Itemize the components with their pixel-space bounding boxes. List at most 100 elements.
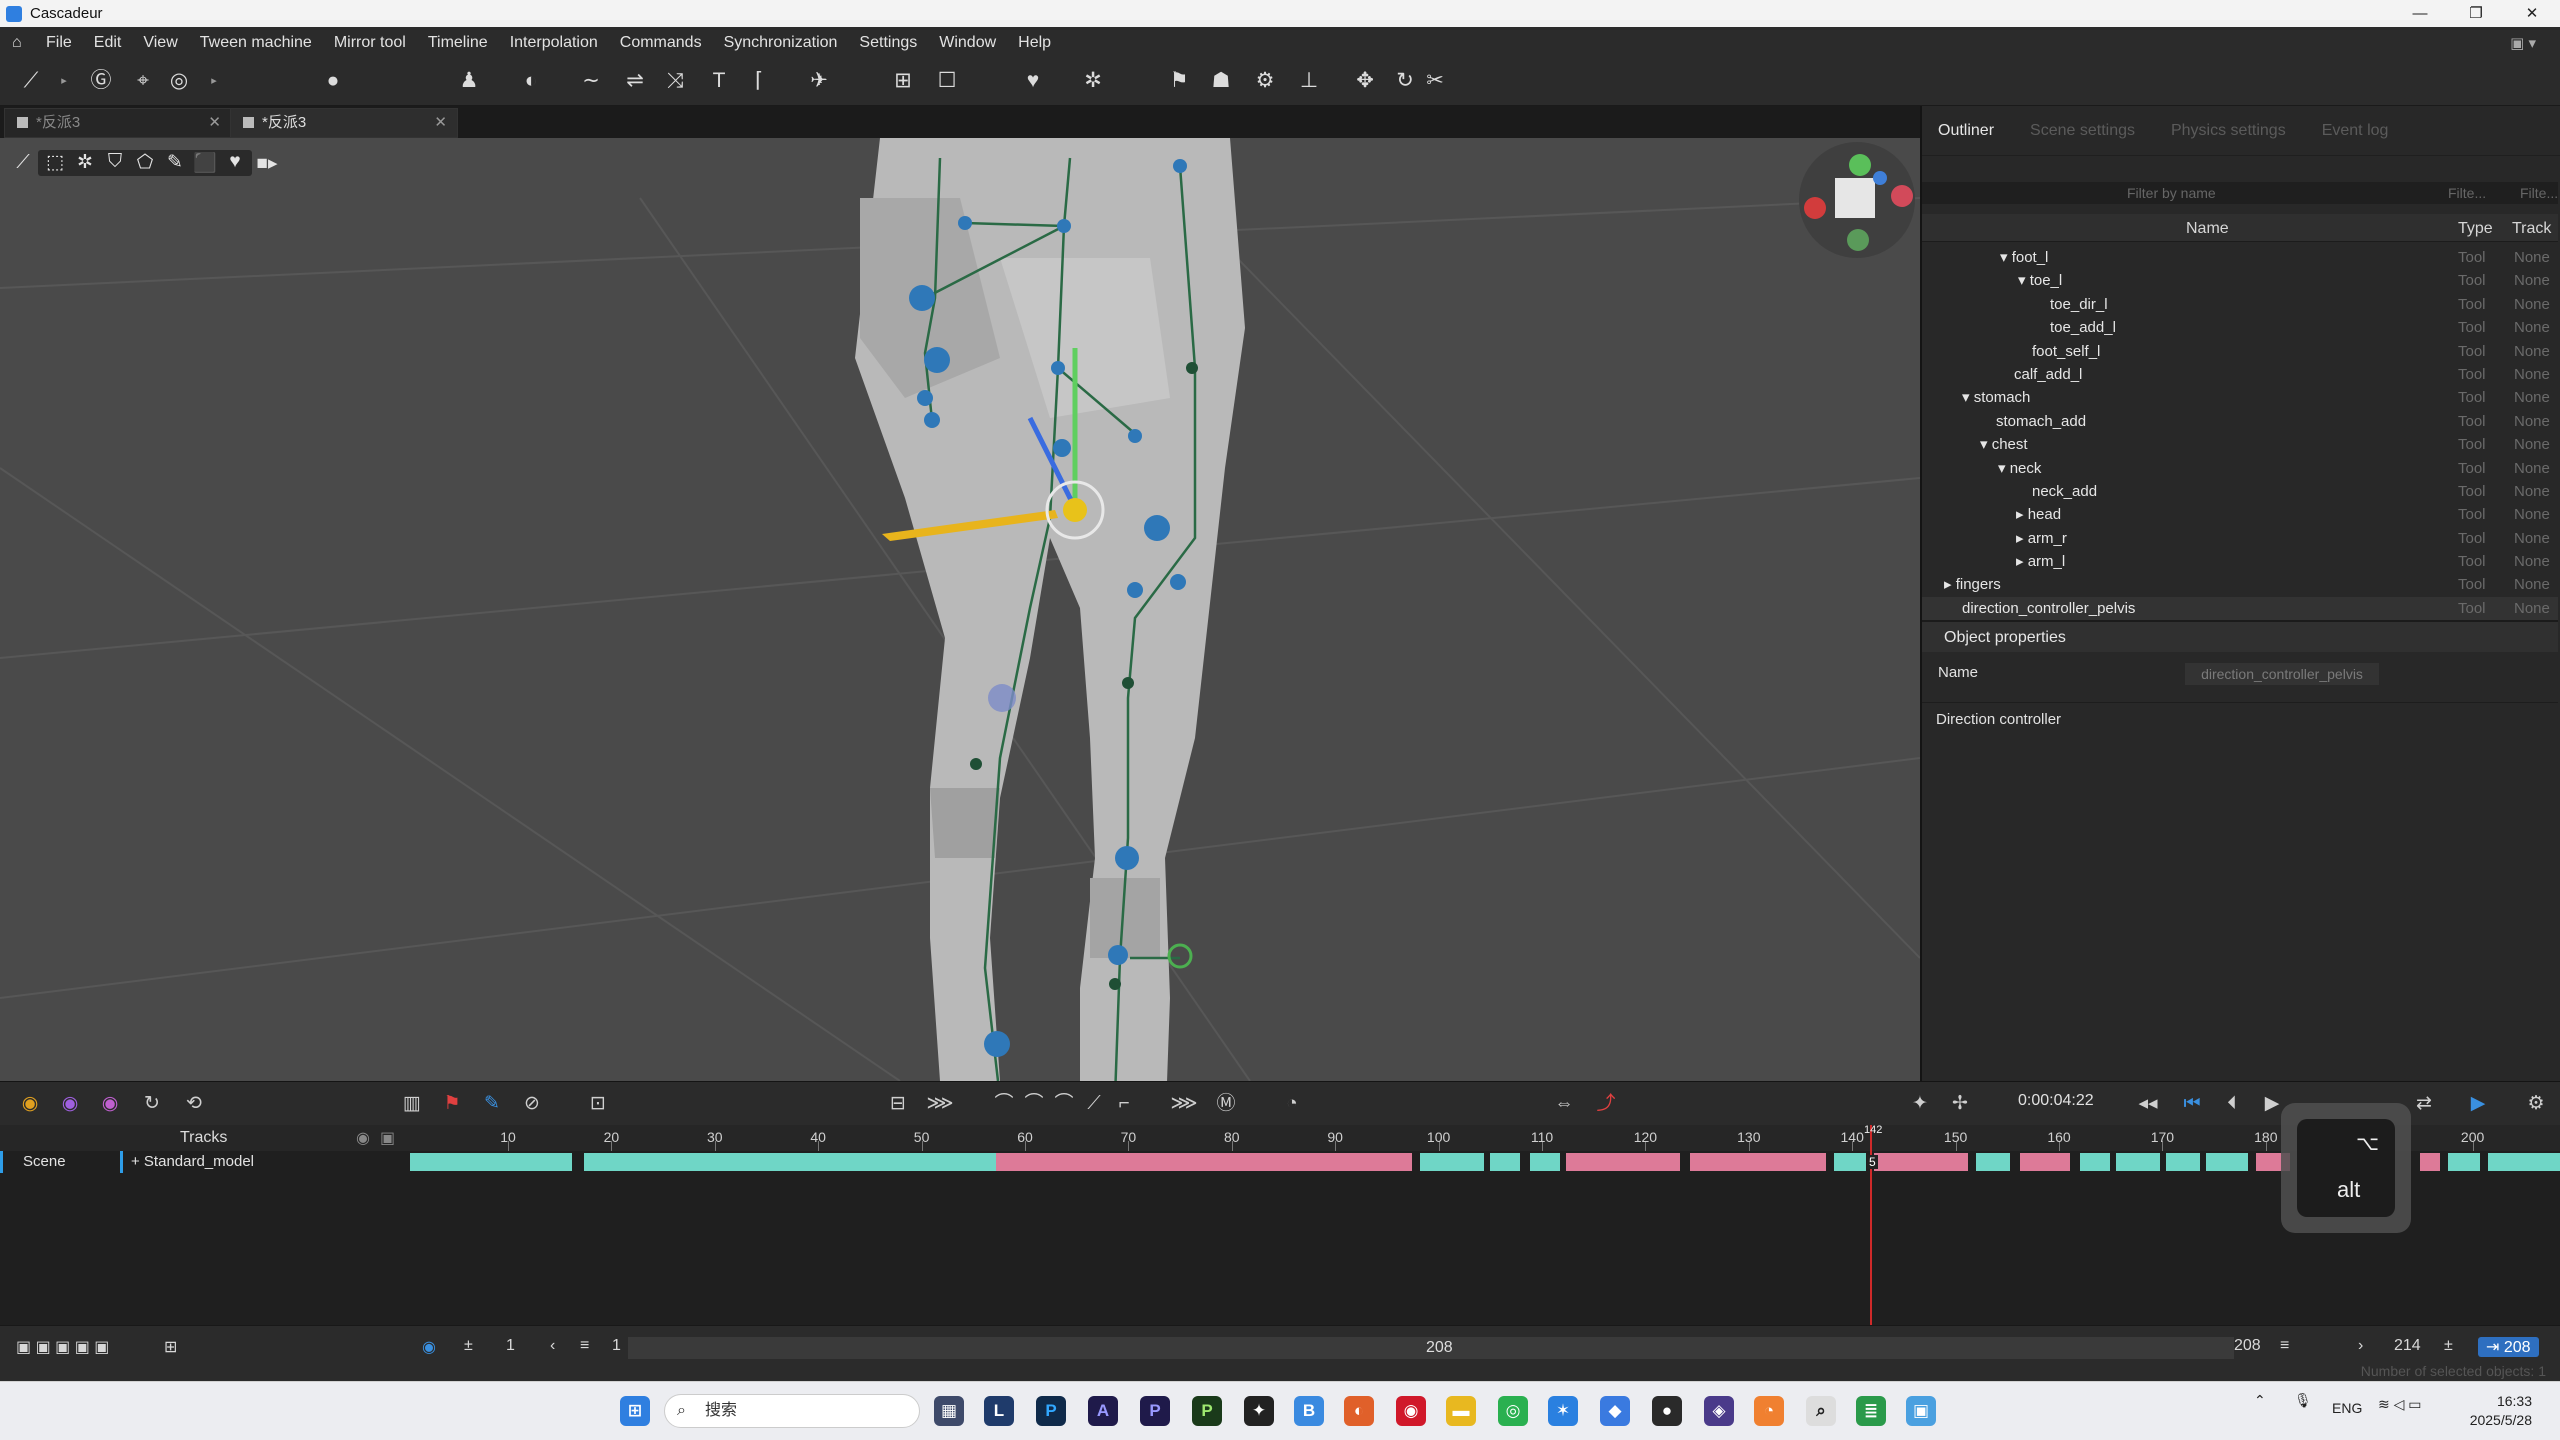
add-track-icon[interactable]: ⊞ <box>164 1337 177 1357</box>
close-icon[interactable]: ✕ <box>208 109 221 137</box>
keyframe-segment[interactable] <box>2116 1153 2160 1171</box>
col-track[interactable]: Track <box>2512 220 2551 238</box>
tab-physics-settings[interactable]: Physics settings <box>2171 122 2286 140</box>
tree-row[interactable]: direction_controller_pelvis Tool None <box>1922 596 2558 621</box>
square-icon[interactable]: ☐ <box>932 66 962 96</box>
menu-tween-machine[interactable]: Tween machine <box>200 34 312 52</box>
filter-type-input[interactable]: Filte... <box>2448 185 2486 201</box>
tree-row[interactable]: ▸ fingers Tool None <box>1922 573 2558 596</box>
input-language[interactable]: ENG <box>2332 1400 2362 1416</box>
graph-icon[interactable]: ⟋ <box>16 66 46 96</box>
folder-icon[interactable]: ▬ <box>1446 1396 1476 1426</box>
total-frames-value[interactable]: 214 <box>2394 1337 2421 1355</box>
firefox-icon[interactable]: ◐ <box>1344 1396 1374 1426</box>
keyframe-segment[interactable] <box>1490 1153 1520 1171</box>
prev-key-icon[interactable]: ⏴ <box>2218 1091 2246 1117</box>
menu-synchronization[interactable]: Synchronization <box>724 34 838 52</box>
menu-edit[interactable]: Edit <box>94 34 122 52</box>
keyframe-segment[interactable] <box>2166 1153 2200 1171</box>
playhead[interactable]: 142 5 <box>1864 1124 1882 1325</box>
curve-a-icon[interactable]: ⌒ <box>990 1091 1018 1117</box>
crosshair-icon[interactable]: ✢ <box>1946 1091 1974 1117</box>
col-type[interactable]: Type <box>2458 220 2493 238</box>
menu-view[interactable]: View <box>143 34 177 52</box>
speed-icon[interactable]: ◔ <box>1278 1091 1306 1117</box>
text-icon[interactable]: T <box>704 66 734 96</box>
wechat-icon[interactable]: ◎ <box>1498 1396 1528 1426</box>
3d-viewport[interactable]: ⟋ ⬚ ✲ ⛉ ⬠ ✎ ⬛ ♥ ■▸ <box>0 138 1920 1081</box>
taskbar-search[interactable]: ⌕ 搜索 <box>664 1394 920 1428</box>
cycle-icon[interactable]: ⟲ <box>180 1091 208 1117</box>
name-field[interactable]: direction_controller_pelvis <box>2185 663 2379 685</box>
loop-icon[interactable]: ⇄ <box>2410 1091 2438 1117</box>
photoshop-icon[interactable]: P <box>1036 1396 1066 1426</box>
curve-c-icon[interactable]: ⌒ <box>1050 1091 1078 1117</box>
keyframe-segment[interactable] <box>1976 1153 2010 1171</box>
doc-tab-1[interactable]: *反派3 ✕ <box>4 108 232 138</box>
physics-icon[interactable]: ✲ <box>1078 66 1108 96</box>
tree-row[interactable]: ▾ neck Tool None <box>1922 457 2558 480</box>
davinci-icon[interactable]: ✦ <box>1244 1396 1274 1426</box>
key-wave-icon[interactable]: ⋙ <box>1170 1091 1198 1117</box>
run-icon[interactable]: ✈ <box>804 66 834 96</box>
sphere-icon[interactable]: ◐ <box>516 66 546 96</box>
rewind-icon[interactable]: ◂◂ <box>2134 1091 2162 1117</box>
lightroom-icon[interactable]: L <box>984 1396 1014 1426</box>
keyframe-segment[interactable] <box>1690 1153 1826 1171</box>
keyframe-segment[interactable] <box>2080 1153 2110 1171</box>
frame-range-icon[interactable]: ⇔ <box>1550 1091 1578 1117</box>
menu-mirror-tool[interactable]: Mirror tool <box>334 34 406 52</box>
cascadeur-icon[interactable]: ▣ <box>1906 1396 1936 1426</box>
align-icon[interactable]: ⊥ <box>1294 66 1324 96</box>
tree-row[interactable]: ▸ arm_r Tool None <box>1922 527 2558 550</box>
prev-arrow-icon[interactable]: ‹ <box>550 1337 555 1355</box>
keyframe-segment[interactable] <box>1530 1153 1560 1171</box>
target-icon[interactable]: ◎ <box>164 66 194 96</box>
flag-icon[interactable]: ⚑ <box>1164 66 1194 96</box>
v-select-icon[interactable]: ♥ <box>220 151 250 175</box>
chrome-icon[interactable]: ● <box>1652 1396 1682 1426</box>
keyframe-dot-icon[interactable]: ● <box>318 66 348 96</box>
keyframe-segment[interactable] <box>1874 1153 1968 1171</box>
frame-range-bar[interactable]: 208 <box>628 1337 2234 1359</box>
pose-icon[interactable]: ☗ <box>1206 66 1236 96</box>
cursor-icon[interactable]: ⌖ <box>128 66 158 96</box>
col-name[interactable]: Name <box>2186 220 2229 238</box>
close-icon[interactable]: ✕ <box>434 109 447 137</box>
pt-icon[interactable]: P <box>1192 1396 1222 1426</box>
curve-b-icon[interactable]: ⌒ <box>1020 1091 1048 1117</box>
person-icon[interactable]: ♟ <box>454 66 484 96</box>
search-app-icon[interactable]: ⌕ <box>1806 1396 1836 1426</box>
fit-icon[interactable]: ⊟ <box>884 1091 912 1117</box>
end-step-icon[interactable]: ± <box>2444 1337 2453 1355</box>
end-badge[interactable]: ⇥ 208 <box>2478 1337 2539 1357</box>
menu-interpolation[interactable]: Interpolation <box>510 34 598 52</box>
keyframe-segment[interactable] <box>1566 1153 1680 1171</box>
star-app-icon[interactable]: ✶ <box>1548 1396 1578 1426</box>
linear-icon[interactable]: ⟋ <box>1080 1091 1108 1117</box>
rotate-icon[interactable]: ↻ <box>1390 66 1420 96</box>
eye-icon[interactable]: ◉ <box>356 1128 370 1148</box>
step-icon[interactable]: ⌐ <box>1110 1091 1138 1117</box>
lock-icon[interactable]: ▣ <box>380 1128 395 1148</box>
select-lasso-icon[interactable]: ⛉ <box>100 151 130 175</box>
tab-scene-settings[interactable]: Scene settings <box>2030 122 2135 140</box>
scissors-icon[interactable]: ✂ <box>1420 66 1450 96</box>
tools-group-icon[interactable]: ✥ <box>1350 66 1380 96</box>
flag-icon[interactable]: ⚑ <box>438 1091 466 1117</box>
start-step-icon[interactable]: ± <box>464 1337 473 1355</box>
orbit-2-icon[interactable]: ◉ <box>56 1091 84 1117</box>
tree-row[interactable]: neck_add Tool None <box>1922 480 2558 503</box>
keyframe-segment[interactable] <box>2020 1153 2070 1171</box>
keyframe-segment[interactable] <box>2420 1153 2440 1171</box>
rig-icon[interactable]: ⚙ <box>1250 66 1280 96</box>
dropdown-arrow-icon[interactable]: ▸ <box>208 66 220 96</box>
grid-icon[interactable]: ⊞ <box>888 66 918 96</box>
clock[interactable]: 16:33 2025/5/28 <box>2470 1392 2532 1430</box>
scene-track-label[interactable]: Scene <box>0 1151 120 1173</box>
pin-icon[interactable]: ✦ <box>1906 1091 1934 1117</box>
v-icon[interactable]: ♥ <box>1018 66 1048 96</box>
refresh-icon[interactable]: ↻ <box>138 1091 166 1117</box>
blender-icon[interactable]: ◔ <box>1754 1396 1784 1426</box>
netease-icon[interactable]: ◉ <box>1396 1396 1426 1426</box>
